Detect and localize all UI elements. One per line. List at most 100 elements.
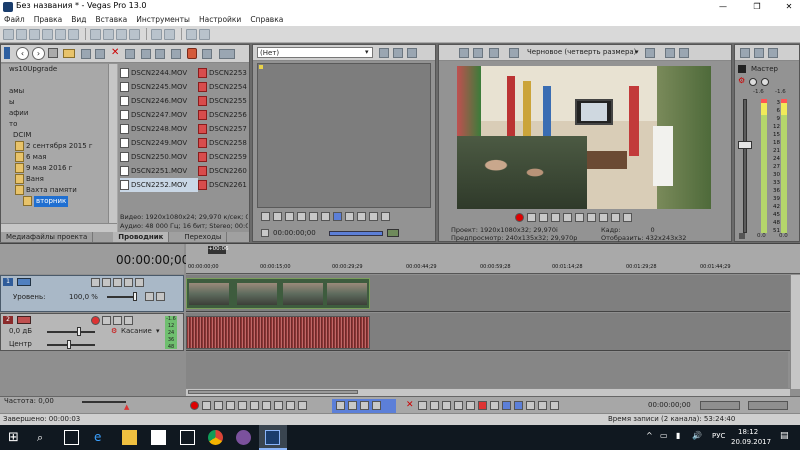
file-item[interactable]: DSCN2248.MOV — [120, 122, 198, 136]
trimmer-area[interactable] — [257, 63, 431, 208]
minimize-button[interactable]: — — [712, 0, 734, 14]
prev-frame-icon[interactable] — [611, 213, 620, 222]
file-item[interactable]: DSCN2253 — [198, 66, 248, 80]
play-from-start-icon[interactable] — [285, 212, 294, 221]
forward-icon[interactable]: › — [32, 47, 45, 60]
task-view-icon[interactable] — [64, 430, 79, 445]
master-fader-track[interactable] — [743, 99, 747, 233]
start-preview-icon[interactable] — [141, 49, 151, 59]
search-icon[interactable]: ⌕ — [37, 430, 52, 445]
ignore-grouping-icon[interactable] — [550, 401, 559, 410]
auto-crossfade-icon[interactable] — [514, 401, 523, 410]
timeline-vscrollbar[interactable] — [790, 275, 800, 389]
file-item[interactable]: DSCN2261 — [198, 178, 248, 192]
track-mute-icon[interactable] — [113, 316, 122, 325]
audio-track-header[interactable]: 2 0,0 дБ ⚙ Касание ▾ Центр -1.6 12 24 36 48 — [0, 313, 184, 351]
pan-slider-track[interactable] — [47, 344, 95, 346]
normal-edit-tool-icon[interactable] — [336, 401, 345, 410]
tree-scrollbar[interactable] — [108, 64, 117, 232]
tree-item-selected[interactable]: вторник — [34, 196, 69, 207]
file-item[interactable]: DSCN2251.MOV — [120, 164, 198, 178]
go-to-end-icon[interactable] — [274, 401, 283, 410]
go-to-end-icon[interactable] — [599, 213, 608, 222]
audio-track-lane[interactable] — [186, 313, 800, 351]
language-indicator[interactable]: РУС — [712, 432, 725, 440]
track-compositing-icon[interactable] — [113, 278, 122, 287]
track-motion-icon[interactable] — [91, 278, 100, 287]
track-mute-icon[interactable] — [124, 278, 133, 287]
file-item[interactable]: DSCN2259 — [198, 150, 248, 164]
paste-icon[interactable] — [116, 28, 127, 40]
automation-icon[interactable]: ⚙ — [111, 327, 117, 335]
tree-item[interactable]: ws10Upgrade — [9, 64, 118, 75]
save-snapshot-icon[interactable] — [679, 48, 689, 58]
back-icon[interactable]: ‹ — [16, 47, 29, 60]
rate-triangle-icon[interactable]: ▲ — [124, 403, 129, 411]
master-mono-icon[interactable] — [754, 48, 764, 58]
notifications-icon[interactable]: ▤ — [780, 431, 789, 441]
automation-mode[interactable]: Касание — [121, 327, 152, 335]
tab-explorer[interactable]: Проводник — [113, 232, 170, 242]
track-fx-icon[interactable] — [102, 316, 111, 325]
track-solo-icon[interactable] — [124, 316, 133, 325]
views-icon[interactable] — [219, 49, 235, 59]
copy-snapshot-icon[interactable] — [665, 48, 675, 58]
master-fader-handle[interactable] — [738, 141, 752, 149]
pause-icon[interactable] — [238, 401, 247, 410]
chrome-icon[interactable] — [208, 430, 223, 445]
loop-icon[interactable] — [527, 213, 536, 222]
file-item[interactable]: DSCN2256 — [198, 108, 248, 122]
undo-icon[interactable] — [151, 28, 162, 40]
tree-item[interactable]: DCIM — [9, 130, 118, 141]
split-icon[interactable] — [454, 401, 463, 410]
tray-chevron-icon[interactable]: ^ — [646, 431, 653, 440]
file-item[interactable]: DSCN2249.MOV — [120, 136, 198, 150]
delete-file-icon[interactable]: ✕ — [111, 47, 121, 59]
folder-up-icon[interactable] — [63, 49, 75, 58]
file-item[interactable]: DSCN2257 — [198, 122, 248, 136]
delete-icon[interactable]: ✕ — [406, 401, 415, 410]
tab-transitions[interactable]: Переходы — [179, 232, 228, 242]
clock-time[interactable]: 18:12 — [738, 428, 758, 436]
split-screen-icon[interactable] — [489, 48, 499, 58]
audio-clip[interactable] — [186, 316, 370, 349]
trimmer-options-icon[interactable] — [407, 48, 417, 58]
menu-file[interactable]: Файл — [4, 14, 25, 26]
master-solo-icon[interactable] — [761, 78, 769, 86]
preview-quality-dropdown[interactable]: Черновое (четверть размера) — [527, 48, 636, 56]
trimmer-marker-in-icon[interactable] — [261, 229, 269, 237]
pan-slider-handle[interactable] — [67, 340, 71, 349]
trimmer-selection-bar[interactable] — [329, 231, 383, 236]
file-item[interactable]: DSCN2255 — [198, 94, 248, 108]
tree-hscrollbar[interactable] — [1, 223, 117, 232]
battery-icon[interactable]: ▮ — [676, 431, 680, 440]
chevron-down-icon[interactable]: ▾ — [156, 327, 160, 335]
master-lock-icon[interactable] — [739, 233, 745, 239]
tree-item[interactable]: 2 сентября 2015 г — [26, 141, 93, 152]
trim-end-icon[interactable] — [442, 401, 451, 410]
save-as-icon[interactable] — [42, 28, 53, 40]
get-media-icon[interactable] — [187, 48, 197, 59]
tree-item[interactable]: амы — [9, 86, 118, 97]
file-item[interactable]: DSCN2258 — [198, 136, 248, 150]
trim-after-icon[interactable] — [357, 212, 366, 221]
trim-icon[interactable] — [418, 401, 427, 410]
play-icon[interactable] — [273, 212, 282, 221]
video-clip[interactable] — [186, 278, 370, 309]
selection-length-field[interactable] — [700, 401, 740, 410]
go-to-start-icon[interactable] — [321, 212, 330, 221]
prev-frame-icon[interactable] — [286, 401, 295, 410]
tree-item[interactable]: Вахта памяти — [26, 185, 77, 196]
tree-item[interactable]: то — [9, 119, 118, 130]
go-to-start-icon[interactable] — [262, 401, 271, 410]
tab-project-media[interactable]: Медиафайлы проекта — [1, 232, 94, 242]
tree-item[interactable]: ы — [9, 97, 118, 108]
network-icon[interactable]: ▭ — [660, 431, 668, 440]
close-button[interactable]: ✕ — [778, 0, 800, 14]
timeline-ruler[interactable]: +00:06 00:00:00;00 00:00:15;00 00:00:29;… — [186, 244, 800, 274]
track-fx-icon[interactable] — [102, 278, 111, 287]
region-icon[interactable] — [490, 401, 499, 410]
trim-overwrite-icon[interactable] — [345, 212, 354, 221]
favorites-icon[interactable] — [95, 49, 105, 59]
record-icon[interactable] — [190, 401, 199, 410]
